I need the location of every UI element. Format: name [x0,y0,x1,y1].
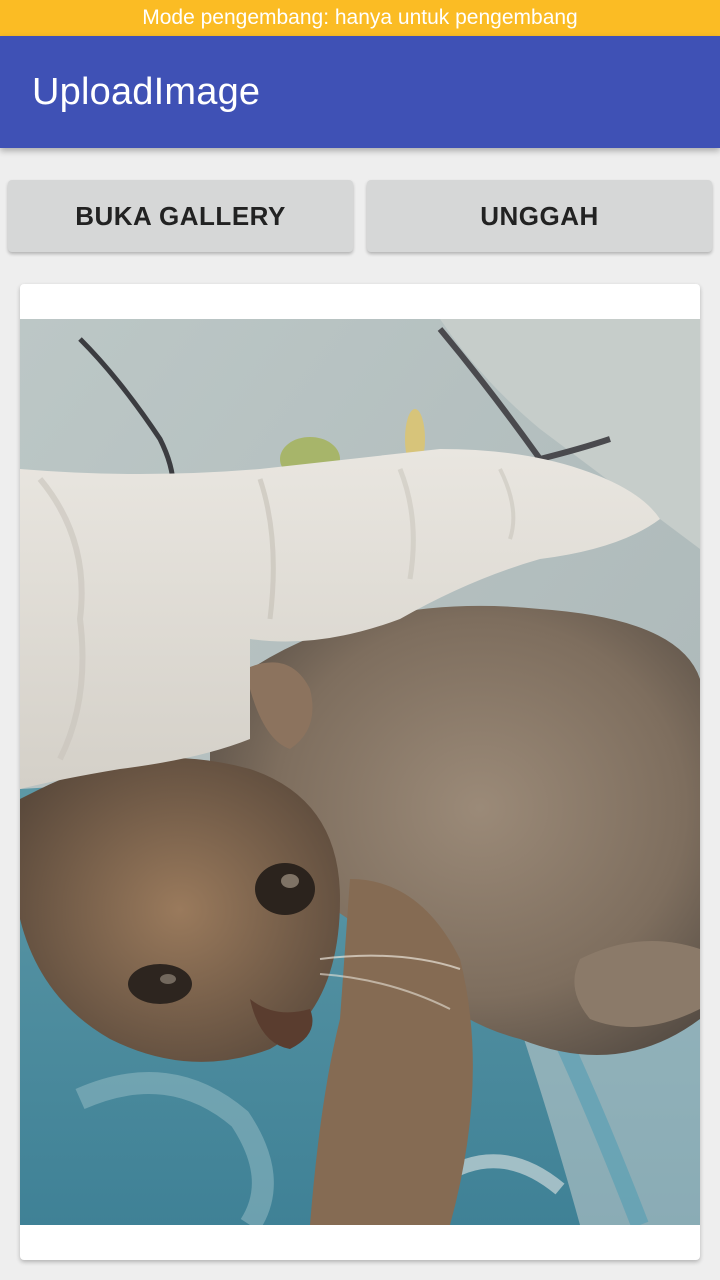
app-title: UploadImage [32,70,261,113]
open-gallery-button[interactable]: BUKA GALLERY [8,180,353,252]
upload-button[interactable]: UNGGAH [367,180,712,252]
developer-mode-banner: Mode pengembang: hanya untuk pengembang [0,0,720,36]
selected-image [20,319,700,1225]
developer-mode-text: Mode pengembang: hanya untuk pengembang [142,6,578,29]
image-card [20,284,700,1260]
kitten-photo-illustration [20,319,700,1225]
app-bar: UploadImage [0,36,720,148]
